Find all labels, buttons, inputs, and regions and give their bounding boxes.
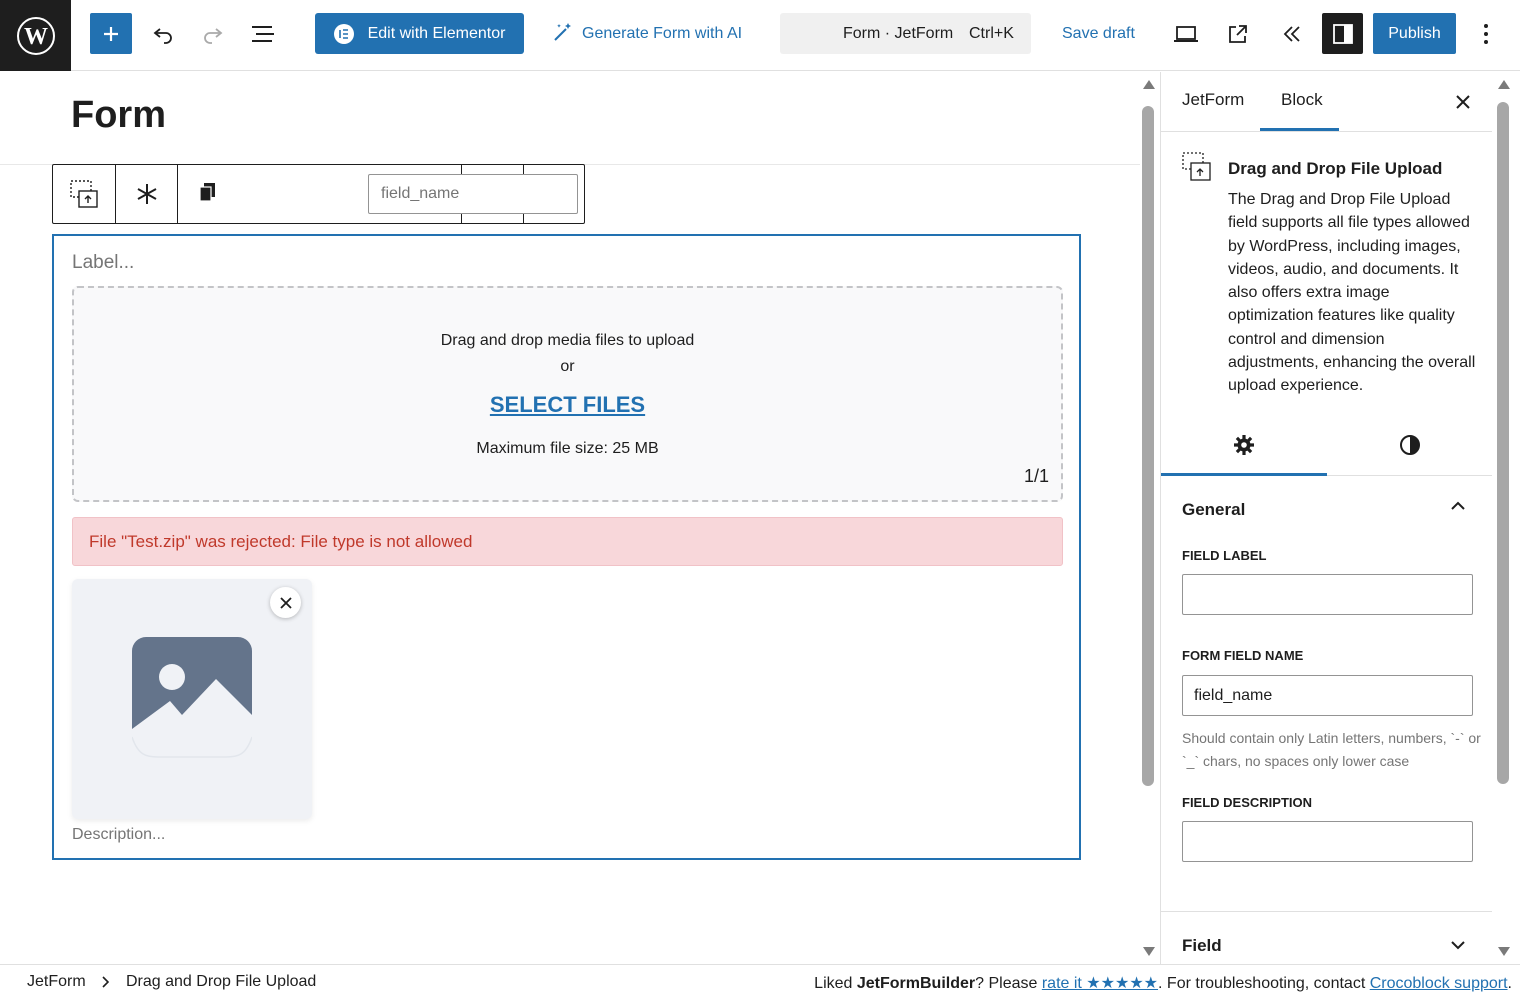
crocoblock-support-link[interactable]: Crocoblock support (1370, 975, 1508, 992)
field-name-help: Should contain only Latin letters, numbe… (1182, 730, 1481, 769)
elementor-icon (333, 23, 354, 44)
note-mid: ? Please (975, 975, 1042, 992)
settings-style-tabs (1161, 420, 1492, 476)
max-file-size: Maximum file size: 25 MB (476, 440, 659, 457)
sidebar-scrollbar[interactable] (1496, 78, 1512, 960)
chevron-up-icon[interactable] (1450, 500, 1466, 512)
footer-bar: JetForm Drag and Drop File Upload Liked … (0, 964, 1520, 996)
note-mid2: . For troubleshooting, contact (1158, 975, 1370, 992)
block-description: The Drag and Drop File Upload field supp… (1228, 191, 1476, 395)
more-options-icon[interactable] (1470, 16, 1502, 52)
command-palette-bar[interactable]: Form · JetForm Ctrl+K (780, 13, 1031, 54)
external-link-icon[interactable] (1220, 16, 1256, 52)
select-files-link[interactable]: SELECT FILES (74, 392, 1061, 418)
settings-sidebar-toggle[interactable] (1322, 13, 1363, 54)
rate-it-link[interactable]: rate it ★★★★★ (1042, 975, 1158, 992)
breadcrumb-block[interactable]: Drag and Drop File Upload (126, 973, 316, 991)
panel-divider (1161, 911, 1492, 912)
save-draft-button[interactable]: Save draft (1062, 16, 1135, 52)
field-name-group: field_name (178, 165, 578, 223)
block-title: Drag and Drop File Upload (1228, 159, 1443, 178)
error-message: File "Test.zip" was rejected: File type … (72, 517, 1063, 566)
tab-block[interactable]: Block (1281, 90, 1323, 110)
generate-form-ai-button[interactable]: Generate Form with AI (552, 16, 742, 52)
styles-contrast-icon[interactable] (1399, 434, 1421, 456)
drag-drop-upload-block[interactable]: Label... Drag and drop media files to up… (52, 234, 1081, 860)
breadcrumb-jetform[interactable]: JetForm (27, 973, 86, 991)
page-title[interactable]: Form (71, 94, 166, 137)
note-prefix: Liked (814, 975, 857, 992)
scroll-up-icon[interactable] (1497, 78, 1511, 90)
required-asterisk-icon[interactable] (116, 165, 178, 223)
edit-with-elementor-button[interactable]: Edit with Elementor (315, 13, 524, 54)
settings-sidebar: JetForm Block Drag and Drop File Upload … (1160, 72, 1492, 964)
add-block-button[interactable] (90, 13, 132, 54)
tab-jetform[interactable]: JetForm (1182, 90, 1244, 110)
scrollbar-thumb[interactable] (1142, 106, 1154, 786)
settings-gear-icon[interactable] (1233, 434, 1255, 456)
field-description-input[interactable] (1182, 821, 1473, 862)
note-brand: JetFormBuilder (856, 975, 976, 992)
ai-label: Generate Form with AI (582, 25, 743, 42)
scrollbar-thumb[interactable] (1497, 102, 1509, 784)
elementor-label: Edit with Elementor (367, 24, 506, 42)
remove-file-button[interactable] (270, 587, 301, 618)
label-placeholder[interactable]: Label... (72, 252, 134, 274)
preview-device-icon[interactable] (1168, 16, 1204, 52)
redo-icon[interactable] (195, 16, 231, 52)
field-label-input[interactable] (1182, 574, 1473, 615)
dropzone-or: or (560, 358, 575, 375)
chevron-down-icon[interactable] (1450, 939, 1466, 951)
description-placeholder[interactable]: Description... (72, 826, 165, 844)
command-shortcut: Ctrl+K (969, 24, 1014, 42)
breadcrumb-separator-icon (102, 976, 109, 988)
sidebar-tabs: JetForm Block (1161, 72, 1492, 132)
scroll-up-icon[interactable] (1142, 78, 1156, 90)
title-area: Form (0, 72, 1140, 165)
scroll-down-icon[interactable] (1497, 946, 1511, 958)
form-field-name-label: FORM FIELD NAME (1182, 648, 1304, 663)
toolbar-field-name-input[interactable]: field_name (368, 174, 578, 214)
file-counter: 1/1 (1023, 466, 1049, 486)
wordpress-logo-icon[interactable]: W (0, 0, 71, 71)
block-toolbar: field_name (52, 164, 585, 224)
undo-icon[interactable] (145, 16, 181, 52)
block-type-icon[interactable] (53, 165, 116, 223)
active-subtab-indicator (1161, 473, 1327, 476)
magic-wand-icon (552, 21, 574, 48)
copy-icon[interactable] (198, 181, 218, 208)
dropzone[interactable]: Drag and drop media files to upload or S… (72, 286, 1063, 502)
dropzone-text: Drag and drop media files to upload (440, 332, 695, 349)
field-label-label: FIELD LABEL (1182, 548, 1267, 563)
close-sidebar-icon[interactable] (1455, 94, 1471, 110)
canvas-scrollbar[interactable] (1142, 78, 1156, 960)
upload-block-icon (1182, 152, 1211, 181)
note-end: . (1507, 975, 1512, 992)
active-tab-indicator (1260, 128, 1339, 131)
footer-note: Liked JetFormBuilder? Please rate it ★★★… (814, 973, 1512, 993)
file-thumbnail (72, 579, 312, 819)
collapse-double-chevron-icon[interactable] (1274, 16, 1310, 52)
field-panel-heading[interactable]: Field (1182, 936, 1222, 956)
document-title: Form · JetForm (843, 24, 954, 42)
sidebar-panel-icon (1332, 23, 1353, 44)
form-field-name-input[interactable]: field_name (1182, 675, 1473, 716)
image-placeholder-icon (132, 637, 252, 758)
scroll-down-icon[interactable] (1142, 946, 1156, 958)
editor-header: W Edit with Elementor Generate Form with… (0, 0, 1520, 71)
document-overview-icon[interactable] (245, 16, 281, 52)
general-panel-heading[interactable]: General (1182, 500, 1245, 520)
publish-button[interactable]: Publish (1373, 13, 1456, 54)
close-icon (279, 596, 292, 609)
svg-text:W: W (24, 24, 48, 50)
field-description-label: FIELD DESCRIPTION (1182, 795, 1313, 810)
